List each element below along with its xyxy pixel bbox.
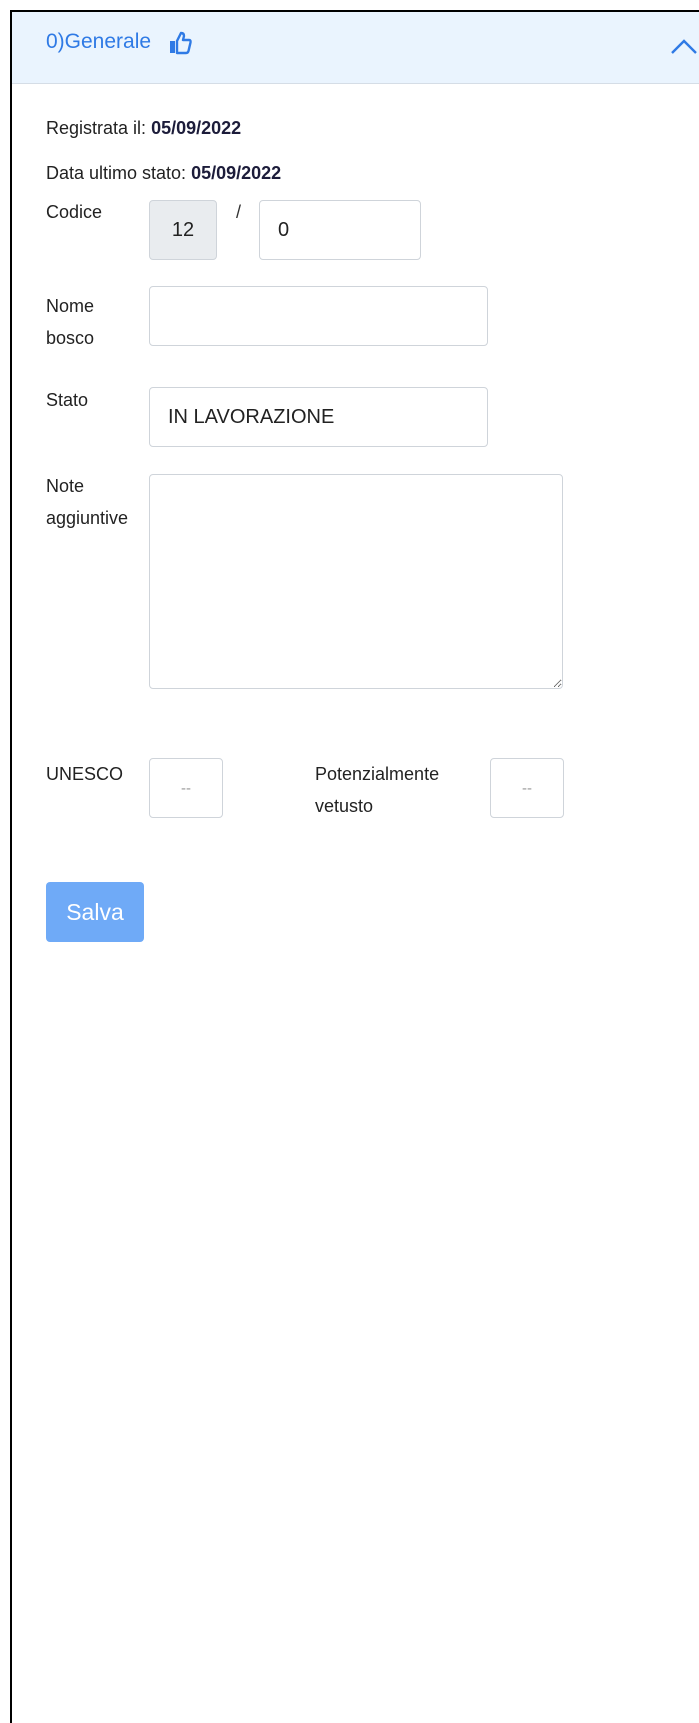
thumbs-up-icon	[170, 31, 192, 55]
registered-label: Registrata il:	[46, 118, 147, 138]
codice-prefix-field	[149, 200, 217, 260]
vetusto-select[interactable]: --	[490, 758, 564, 818]
unesco-select[interactable]: --	[149, 758, 223, 818]
note-label-line1: Note	[46, 476, 85, 496]
codice-separator: /	[236, 202, 242, 222]
chevron-up-icon[interactable]	[668, 34, 699, 58]
nome-bosco-label: Nome bosco	[46, 290, 94, 354]
panel: 0)Generale Registrata il: 05/09/2022 Dat…	[10, 10, 699, 1723]
note-label-line2: aggiuntive	[46, 508, 129, 528]
registered-value: 05/09/2022	[151, 118, 242, 138]
unesco-label: UNESCO	[46, 764, 124, 784]
registered-date: Registrata il: 05/09/2022	[46, 118, 241, 139]
stato-label: Stato	[46, 390, 89, 410]
nome-bosco-label-line2: bosco	[46, 328, 95, 348]
nome-bosco-label-line1: Nome	[46, 296, 95, 316]
vetusto-label: Potenzialmente vetusto	[315, 758, 439, 822]
section-title: 0)Generale	[46, 30, 152, 53]
last-state-value: 05/09/2022	[191, 163, 282, 183]
last-state-date: Data ultimo stato: 05/09/2022	[46, 163, 281, 184]
stato-field[interactable]	[149, 387, 488, 447]
last-state-label: Data ultimo stato:	[46, 163, 187, 183]
vetusto-label-line1: Potenzialmente	[315, 764, 440, 784]
note-label: Note aggiuntive	[46, 470, 128, 534]
accordion-header[interactable]: 0)Generale	[12, 12, 699, 84]
note-textarea[interactable]	[149, 474, 563, 689]
codice-label: Codice	[46, 202, 103, 222]
save-button[interactable]: Salva	[46, 882, 144, 942]
codice-suffix-field[interactable]	[259, 200, 421, 260]
nome-bosco-field[interactable]	[149, 286, 488, 346]
vetusto-label-line2: vetusto	[315, 796, 374, 816]
